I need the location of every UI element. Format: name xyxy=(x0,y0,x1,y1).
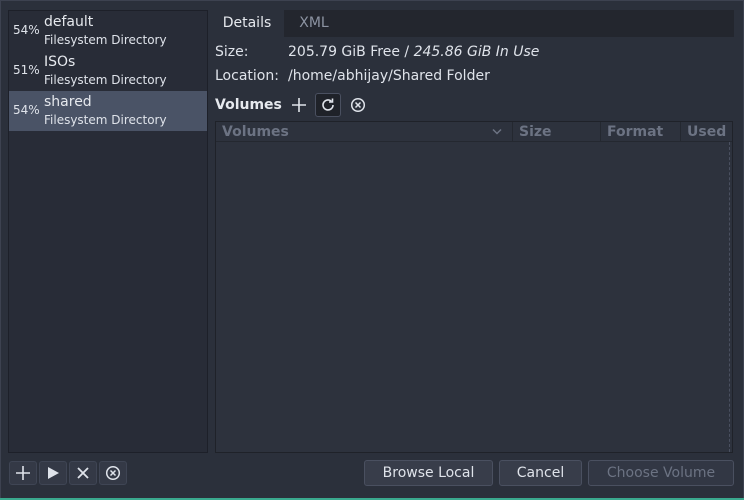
pool-usage-percent: 51% xyxy=(13,63,40,77)
pool-item-isos[interactable]: 51% ISOs Filesystem Directory xyxy=(9,51,207,91)
pool-item-shared[interactable]: 54% shared Filesystem Directory xyxy=(9,91,207,131)
column-label: Volumes xyxy=(222,124,289,140)
pool-name: ISOs xyxy=(44,54,76,70)
pool-usage-percent: 54% xyxy=(13,23,40,37)
choose-volume-button[interactable]: Choose Volume xyxy=(588,460,734,486)
location-label: Location: xyxy=(215,68,279,84)
pool-type: Filesystem Directory xyxy=(44,113,167,127)
column-header-size[interactable]: Size xyxy=(513,122,601,142)
column-header-used-by[interactable]: Used By xyxy=(681,122,732,142)
delete-circle-icon xyxy=(105,465,121,481)
tab-bar: Details XML xyxy=(210,10,734,37)
size-label: Size: xyxy=(215,44,249,60)
refresh-volumes-button[interactable] xyxy=(315,93,341,117)
pool-type: Filesystem Directory xyxy=(44,73,167,87)
volumes-heading: Volumes xyxy=(215,97,282,113)
sort-chevron-down-icon xyxy=(492,128,502,135)
volumes-table[interactable]: Volumes Size Format Used By xyxy=(215,121,733,453)
close-icon xyxy=(77,467,89,479)
tab-details[interactable]: Details xyxy=(210,10,284,37)
browse-local-button[interactable]: Browse Local xyxy=(364,460,493,486)
add-volume-button[interactable] xyxy=(286,93,312,117)
size-used: 245.86 GiB In Use xyxy=(413,44,540,60)
delete-volume-button[interactable] xyxy=(345,93,371,117)
pool-details-pane: Details XML Size: 205.79 GiB Free / 245.… xyxy=(210,10,734,453)
delete-pool-button[interactable] xyxy=(99,461,127,485)
stop-pool-button[interactable] xyxy=(69,461,97,485)
location-value: /home/abhijay/Shared Folder xyxy=(288,68,490,84)
refresh-icon xyxy=(322,98,334,111)
column-header-volumes[interactable]: Volumes xyxy=(216,122,513,142)
start-pool-button[interactable] xyxy=(39,461,67,485)
size-separator: / xyxy=(399,44,414,60)
plus-icon xyxy=(16,466,30,480)
add-pool-button[interactable] xyxy=(9,461,37,485)
volumes-scrollbar[interactable] xyxy=(729,142,732,452)
pool-name: default xyxy=(44,14,94,30)
column-header-format[interactable]: Format xyxy=(601,122,681,142)
volumes-table-header: Volumes Size Format Used By xyxy=(216,122,732,142)
play-icon xyxy=(48,467,59,479)
size-value: 205.79 GiB Free / 245.86 GiB In Use xyxy=(288,44,539,60)
pool-type: Filesystem Directory xyxy=(44,33,167,47)
size-free: 205.79 GiB Free xyxy=(288,44,400,60)
tab-xml[interactable]: XML xyxy=(284,10,344,37)
plus-icon xyxy=(292,98,306,112)
pool-usage-percent: 54% xyxy=(13,103,40,117)
cancel-button[interactable]: Cancel xyxy=(499,460,582,486)
pool-list[interactable]: 54% default Filesystem Directory 51% ISO… xyxy=(8,10,208,453)
pool-item-default[interactable]: 54% default Filesystem Directory xyxy=(9,11,207,51)
pool-name: shared xyxy=(44,94,92,110)
storage-browser-window: 54% default Filesystem Directory 51% ISO… xyxy=(0,0,744,500)
delete-circle-icon xyxy=(350,97,366,113)
